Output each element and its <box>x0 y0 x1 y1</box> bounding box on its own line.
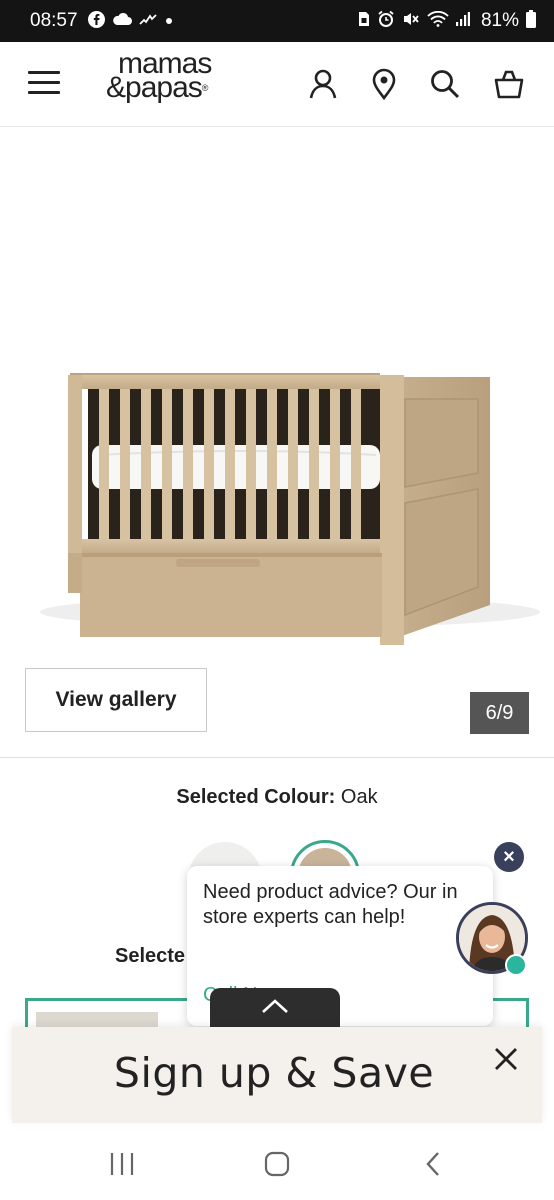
online-status-indicator <box>505 954 527 976</box>
alarm-icon <box>377 10 395 32</box>
home-icon[interactable] <box>257 1148 297 1180</box>
account-icon[interactable] <box>303 64 343 104</box>
menu-icon[interactable] <box>28 71 60 97</box>
product-image[interactable] <box>0 127 554 757</box>
status-time: 08:57 <box>30 10 78 31</box>
battery-icon <box>526 10 536 32</box>
view-gallery-button[interactable]: View gallery <box>25 668 207 732</box>
selected-colour-label: Selected Colour: <box>176 786 336 808</box>
close-icon[interactable] <box>490 1043 522 1075</box>
section-divider <box>0 757 554 758</box>
selected-colour-value: Oak <box>340 786 378 808</box>
search-icon[interactable] <box>425 64 465 104</box>
logo-registered-mark: ® <box>201 83 209 93</box>
image-counter: 6/9 <box>470 692 529 734</box>
store-locator-icon[interactable] <box>364 64 404 104</box>
activity-icon <box>138 12 157 30</box>
chat-popup-message: Need product advice? Our in store expert… <box>203 881 458 928</box>
selected-colour-text: Selected Colour: Oak <box>0 786 554 809</box>
sim-icon <box>358 11 370 31</box>
dot-icon <box>164 13 174 30</box>
status-bar: 08:57 81% <box>0 0 554 42</box>
chevron-up-icon <box>261 998 289 1019</box>
wifi-icon <box>427 10 449 31</box>
mamas-papas-logo[interactable]: mamas &papas® <box>106 49 256 112</box>
cloud-icon <box>112 12 132 30</box>
logo-line-2: &papas <box>106 71 203 104</box>
facebook-icon <box>87 10 105 32</box>
signup-banner[interactable]: Sign up & Save <box>12 1027 542 1123</box>
back-icon[interactable] <box>413 1148 453 1180</box>
mute-icon <box>402 11 420 31</box>
android-nav-bar <box>0 1128 554 1200</box>
close-icon[interactable]: × <box>494 842 524 872</box>
recent-apps-icon[interactable] <box>102 1148 142 1180</box>
signal-icon <box>455 11 470 31</box>
basket-icon[interactable] <box>489 64 529 104</box>
expand-tab[interactable] <box>210 988 340 1028</box>
signup-title: Sign up & Save <box>113 1049 435 1097</box>
site-header: mamas &papas® <box>0 42 554 127</box>
battery-percentage: 81% <box>480 10 519 31</box>
selected-size-label: Selecte <box>115 945 186 967</box>
